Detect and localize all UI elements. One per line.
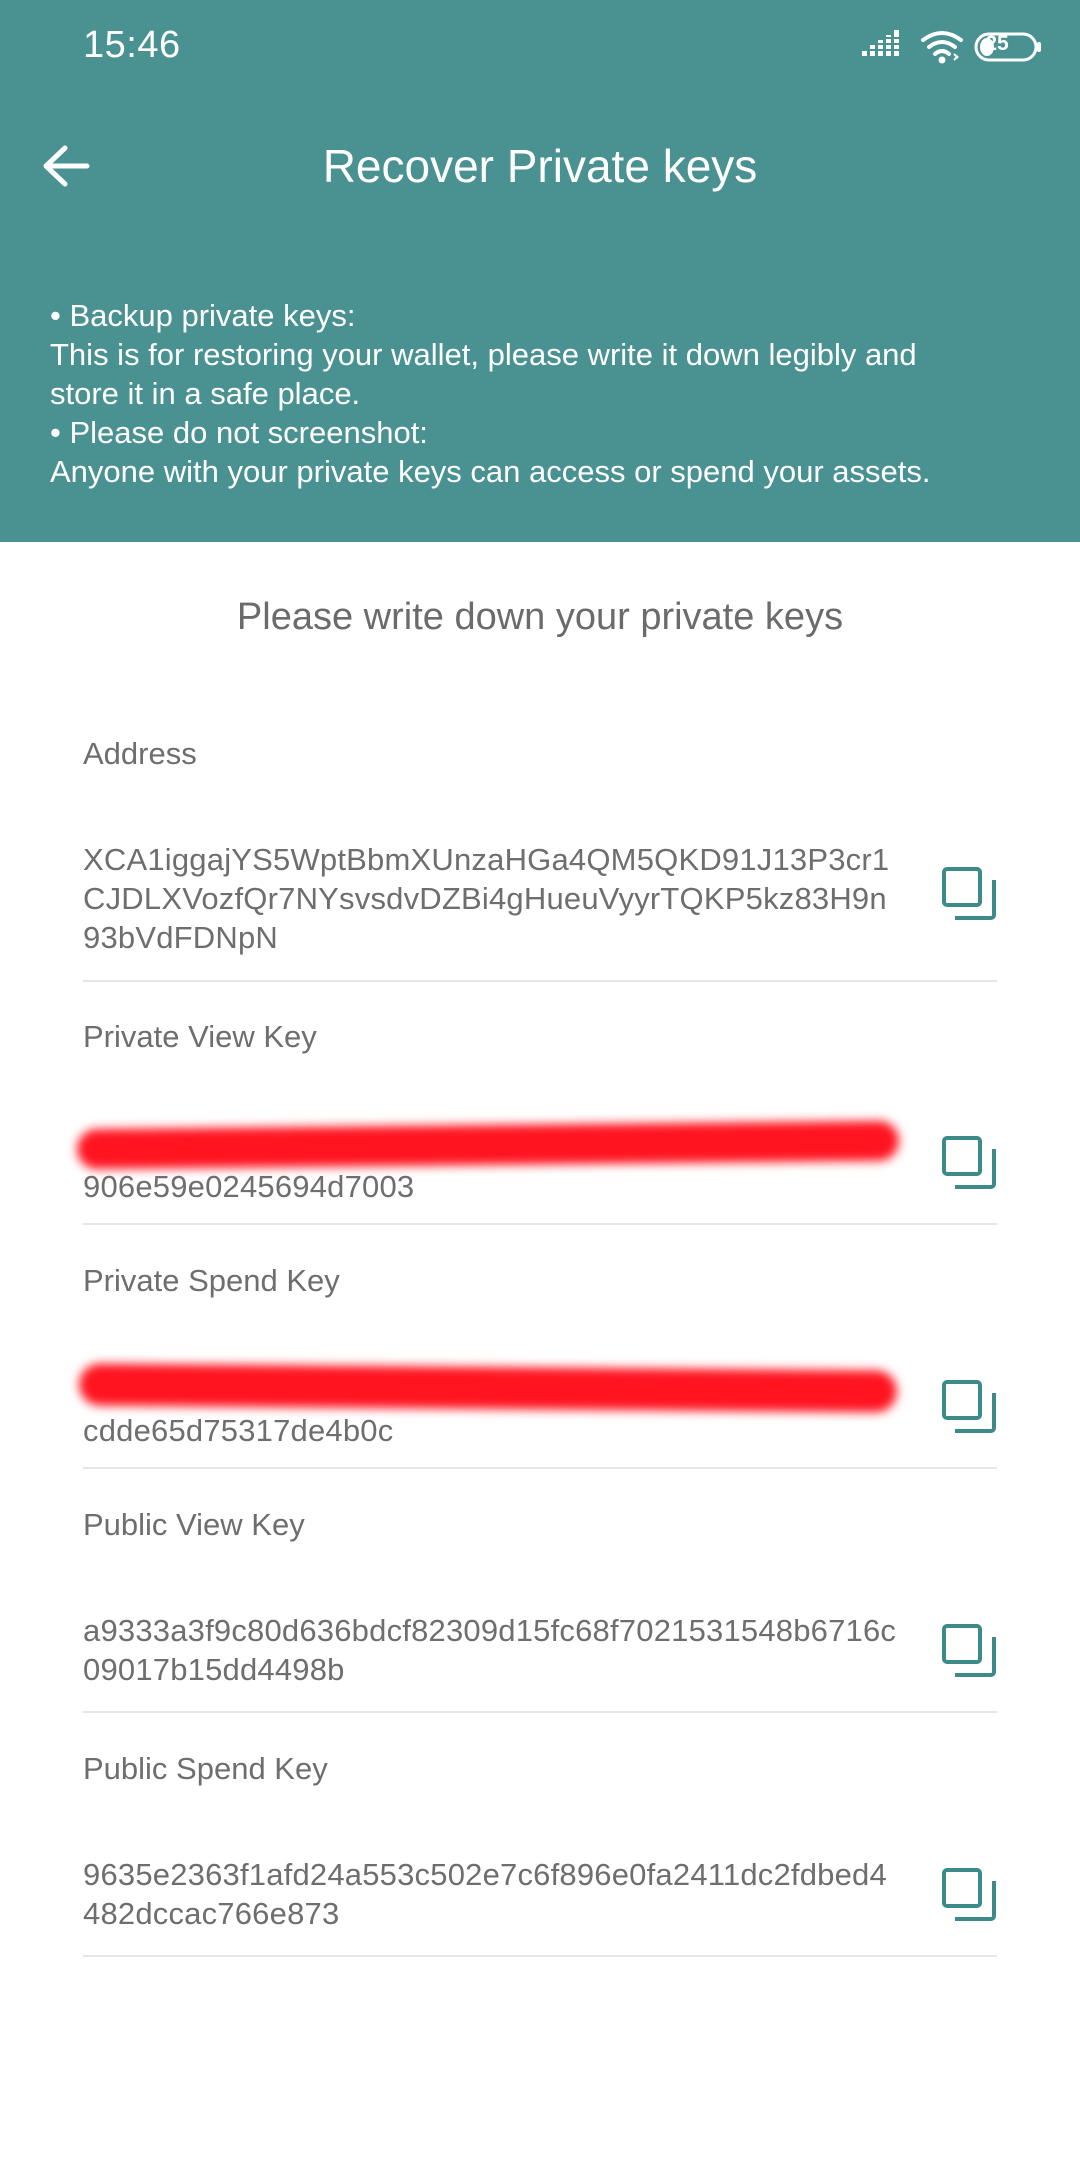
private-view-key-section: Private View Key 906e59e0245694d7003 bbox=[76, 1013, 997, 1225]
public-spend-key-section: Public Spend Key 9635e2363f1afd24a553c50… bbox=[83, 1745, 997, 1957]
copy-icon[interactable] bbox=[941, 866, 997, 922]
copy-icon[interactable] bbox=[941, 1379, 997, 1435]
copy-icon[interactable] bbox=[941, 1867, 997, 1923]
signal-icon bbox=[862, 30, 904, 56]
backup-notice: • Backup private keys: This is for resto… bbox=[50, 296, 1050, 491]
notice-line: store it in a safe place. bbox=[50, 376, 361, 411]
address-section: Address XCA1iggajYS5WptBbmXUnzaHGa4QM5QK… bbox=[83, 730, 997, 982]
public-view-key-section: Public View Key a9333a3f9c80d636bdcf8230… bbox=[83, 1501, 997, 1713]
address-value[interactable]: XCA1iggajYS5WptBbmXUnzaHGa4QM5QKD91J13P3… bbox=[83, 840, 903, 957]
address-label: Address bbox=[83, 736, 197, 771]
notice-line: • Backup private keys: bbox=[50, 298, 356, 333]
public-view-key-label: Public View Key bbox=[83, 1507, 305, 1542]
divider bbox=[83, 1955, 997, 1957]
private-spend-key-label: Private Spend Key bbox=[83, 1263, 340, 1298]
notice-line: • Please do not screenshot: bbox=[50, 415, 428, 450]
private-spend-key-value[interactable]: cdde65d75317de4b0c bbox=[78, 1363, 903, 1448]
divider bbox=[83, 980, 997, 982]
page-title: Recover Private keys bbox=[322, 140, 758, 192]
page-subtitle: Please write down your private keys bbox=[236, 596, 844, 638]
notice-line: This is for restoring your wallet, pleas… bbox=[50, 337, 917, 372]
private-view-key-value[interactable]: 906e59e0245694d7003 bbox=[76, 1120, 903, 1204]
redaction-mark bbox=[76, 1120, 900, 1170]
battery-level: 25 bbox=[985, 32, 1009, 55]
divider bbox=[83, 1467, 997, 1469]
public-spend-key-label: Public Spend Key bbox=[83, 1751, 328, 1786]
public-view-key-value[interactable]: a9333a3f9c80d636bdcf82309d15fc68f7021531… bbox=[83, 1611, 903, 1689]
private-spend-key-section: Private Spend Key cdde65d75317de4b0c bbox=[78, 1257, 997, 1469]
private-view-key-line2: 906e59e0245694d7003 bbox=[83, 1169, 415, 1204]
copy-icon[interactable] bbox=[941, 1623, 997, 1679]
private-spend-key-line2: cdde65d75317de4b0c bbox=[83, 1413, 394, 1448]
public-spend-key-value[interactable]: 9635e2363f1afd24a553c502e7c6f896e0fa2411… bbox=[83, 1855, 903, 1933]
divider bbox=[83, 1711, 997, 1713]
status-time: 15:46 bbox=[83, 24, 181, 66]
header: 15:46 25 Recover Private keys • Backup p… bbox=[0, 0, 1080, 542]
redaction-mark bbox=[78, 1363, 898, 1413]
private-view-key-label: Private View Key bbox=[83, 1019, 317, 1054]
notice-line: Anyone with your private keys can access… bbox=[50, 454, 931, 489]
wifi-icon bbox=[921, 31, 963, 64]
copy-icon[interactable] bbox=[941, 1135, 997, 1191]
divider bbox=[83, 1223, 997, 1225]
